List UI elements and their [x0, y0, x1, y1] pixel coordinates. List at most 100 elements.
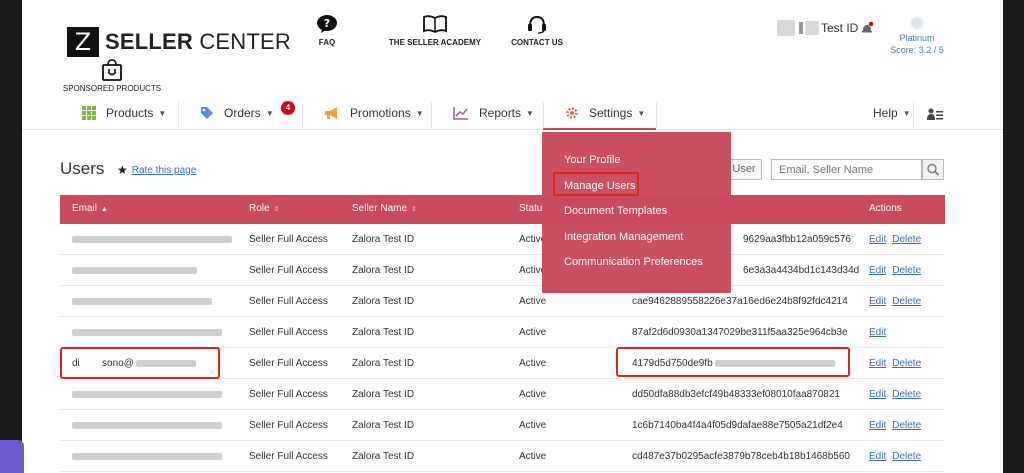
- actions-cell: Edit: [869, 327, 892, 338]
- email-highlight-box: [60, 347, 220, 379]
- sponsored-products-link[interactable]: SPONSORED PRODUCTS: [62, 58, 162, 93]
- seller-center-logo[interactable]: Z SELLER CENTER: [67, 27, 291, 57]
- edit-link[interactable]: Edit: [869, 358, 886, 369]
- chat-widget-tab[interactable]: [0, 440, 24, 473]
- nav-divider: [913, 102, 914, 128]
- search-icon: [927, 163, 940, 176]
- seller-name-cell: Zalora Test ID: [352, 451, 415, 462]
- menu-item-communication-preferences[interactable]: Communication Preferences: [542, 252, 731, 278]
- nav-help[interactable]: Help ▼: [873, 106, 911, 120]
- menu-item-document-templates[interactable]: Document Templates: [542, 201, 731, 227]
- faq-link[interactable]: ? FAQ: [308, 14, 346, 47]
- contact-us-link[interactable]: CONTACT US: [504, 14, 570, 47]
- nav-reports[interactable]: Reports ▼: [453, 106, 534, 120]
- delete-link[interactable]: Delete: [892, 265, 921, 276]
- edit-link[interactable]: Edit: [869, 389, 886, 400]
- logo-wordmark: SELLER CENTER: [105, 29, 291, 55]
- actions-cell: Edit Delete: [869, 389, 927, 400]
- seller-name-cell: Zalora Test ID: [352, 296, 415, 307]
- logo-rest-text: CENTER: [199, 29, 291, 54]
- delete-link[interactable]: Delete: [892, 358, 921, 369]
- nav-divider: [656, 102, 657, 128]
- header-status[interactable]: Statu: [519, 203, 542, 214]
- megaphone-icon: [325, 107, 337, 119]
- user-filter-button[interactable]: User: [726, 159, 762, 180]
- role-cell: Seller Full Access: [249, 451, 328, 462]
- header-role[interactable]: Role ⇕: [249, 203, 279, 214]
- question-bubble-icon: ?: [317, 15, 337, 33]
- email-cell: [72, 420, 222, 431]
- nav-promotions[interactable]: Promotions ▼: [324, 106, 424, 120]
- delete-link[interactable]: Delete: [892, 451, 921, 462]
- redacted-email: [72, 328, 222, 336]
- faq-label: FAQ: [318, 38, 336, 47]
- edit-link[interactable]: Edit: [869, 265, 886, 276]
- nav-orders[interactable]: Orders ▼: [200, 106, 274, 120]
- role-cell: Seller Full Access: [249, 234, 328, 245]
- chevron-down-icon: ▼: [415, 108, 424, 118]
- edit-link[interactable]: Edit: [869, 234, 886, 245]
- seller-academy-link[interactable]: THE SELLER ACADEMY: [380, 14, 490, 47]
- edit-link[interactable]: Edit: [869, 420, 886, 431]
- users-table-header: Email ▲ Role ⇕ Seller Name ⇕ Statu Actions: [60, 195, 945, 224]
- actions-cell: Edit Delete: [869, 296, 927, 307]
- role-cell: Seller Full Access: [249, 358, 328, 369]
- table-row: Seller Full Access Zalora Test ID Active…: [60, 379, 945, 410]
- role-cell: Seller Full Access: [249, 296, 328, 307]
- svg-text:?: ?: [324, 17, 330, 30]
- header-email[interactable]: Email ▲: [72, 203, 108, 214]
- table-row: Seller Full Access Zalora Test ID Active…: [60, 224, 945, 255]
- search-input[interactable]: [771, 159, 922, 180]
- search-button[interactable]: [922, 159, 944, 180]
- settings-active-indicator: [543, 100, 656, 130]
- api-key-cell: 6e3a3a4434bd1c143d34d: [743, 265, 860, 276]
- user-list-icon[interactable]: [927, 108, 943, 121]
- edit-link[interactable]: Edit: [869, 296, 886, 307]
- tag-icon: [201, 107, 213, 119]
- rate-page[interactable]: ★ Rate this page: [117, 163, 196, 177]
- header-actions: Actions: [869, 203, 902, 214]
- table-row: Seller Full Access Zalora Test ID Active…: [60, 441, 945, 472]
- actions-cell: Edit Delete: [869, 420, 927, 431]
- seller-name-cell: Zalora Test ID: [352, 358, 415, 369]
- nav-divider: [178, 102, 179, 128]
- seller-center-page: Z SELLER CENTER ? FAQ THE SELLER ACADEMY: [22, 0, 1003, 473]
- status-cell: Active: [519, 358, 547, 369]
- delete-link[interactable]: Delete: [892, 234, 921, 245]
- api-key-highlight-box: [616, 347, 850, 377]
- status-cell: Active: [519, 296, 547, 307]
- redacted-account-name: [777, 20, 795, 36]
- seller-name-cell: Zalora Test ID: [352, 327, 415, 338]
- redacted-character: [799, 22, 803, 34]
- grid-icon: [82, 106, 96, 120]
- seller-academy-label: THE SELLER ACADEMY: [388, 38, 482, 47]
- role-cell: Seller Full Access: [249, 327, 328, 338]
- api-key-cell: 87af2d6d0930a1347029be311f5aa325e964cb3e: [632, 327, 848, 338]
- edit-link[interactable]: Edit: [869, 451, 886, 462]
- menu-item-integration-management[interactable]: Integration Management: [542, 227, 731, 253]
- main-navigation: Products ▼ Orders ▼ Promotions ▼ Reports…: [22, 100, 1003, 130]
- line-chart-icon: [453, 107, 468, 120]
- api-key-cell: 1c6b7140ba4f4a4f05d9dafae88e7505a21df2e4: [632, 420, 843, 431]
- delete-link[interactable]: Delete: [892, 296, 921, 307]
- settings-dropdown-menu: Your Profile Manage Users Document Templ…: [542, 132, 731, 293]
- header-seller-name[interactable]: Seller Name ⇕: [352, 203, 417, 214]
- table-row: Seller Full Access Zalora Test ID Active…: [60, 255, 945, 286]
- email-cell: [72, 265, 197, 276]
- logo-bold-text: SELLER: [105, 29, 193, 54]
- account-menu[interactable]: Test ID: [777, 20, 858, 36]
- sort-icon: ⇕: [273, 206, 280, 213]
- table-row: Seller Full Access Zalora Test ID Active…: [60, 317, 945, 348]
- delete-link[interactable]: Delete: [892, 389, 921, 400]
- nav-products-label: Products: [106, 106, 154, 120]
- redacted-email: [72, 235, 232, 243]
- notification-bell-icon[interactable]: [860, 21, 874, 35]
- rate-this-page-link[interactable]: Rate this page: [132, 165, 197, 176]
- actions-cell: Edit Delete: [869, 358, 927, 369]
- delete-link[interactable]: Delete: [892, 420, 921, 431]
- header-seller-name-label: Seller Name: [352, 203, 408, 214]
- seller-tier[interactable]: Platinum Score: 3.2 / 5: [882, 16, 952, 56]
- status-cell: Active: [519, 420, 547, 431]
- nav-products[interactable]: Products ▼: [82, 106, 166, 120]
- edit-link[interactable]: Edit: [869, 327, 886, 338]
